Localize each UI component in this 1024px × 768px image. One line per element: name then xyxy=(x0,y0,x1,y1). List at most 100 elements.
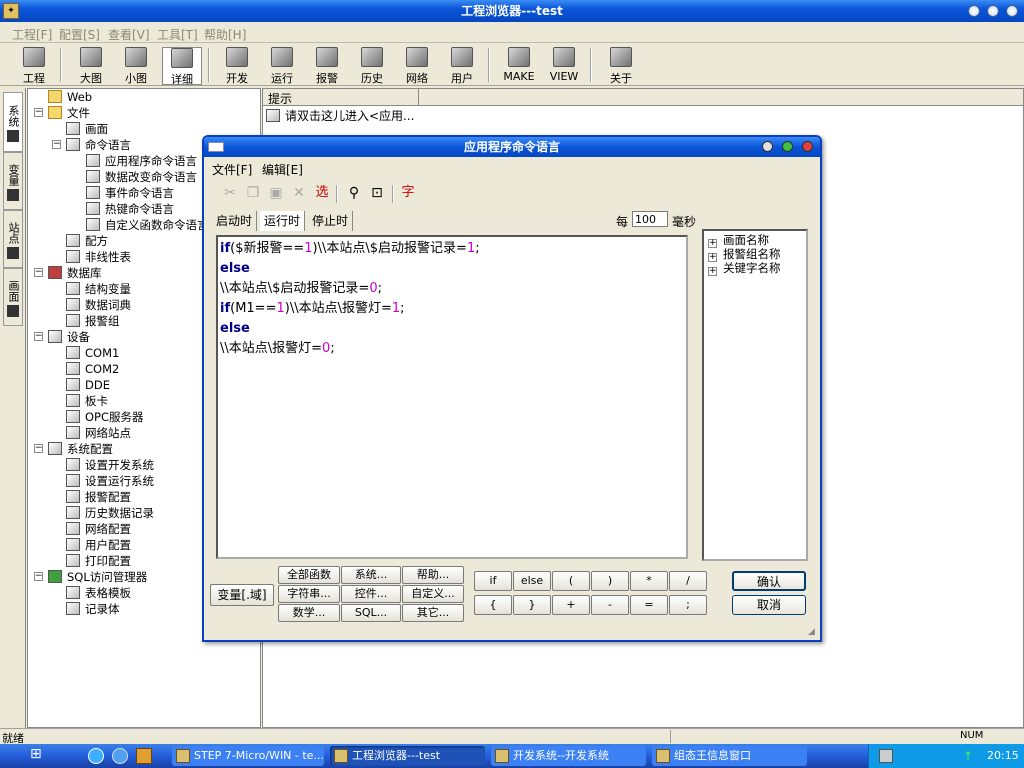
tree-item-struct-variable[interactable]: 结构变量 xyxy=(66,281,131,297)
network-tray-icon[interactable]: ↑ xyxy=(963,749,977,763)
ie-icon[interactable] xyxy=(88,748,104,764)
toolbar-details-button[interactable]: 详细 xyxy=(162,47,202,86)
insert-divide-button[interactable]: / xyxy=(669,571,707,591)
side-tab-variable[interactable]: 变量 xyxy=(3,152,23,210)
code-editor[interactable]: if($新报警==1)\\本站点\$启动报警记录=1; else \\本站点\$启动… xyxy=(216,235,688,559)
dialog-titlebar[interactable]: 应用程序命令语言 xyxy=(204,137,820,157)
replace-icon[interactable]: ⊡ xyxy=(367,183,387,203)
keyboard-icon[interactable] xyxy=(879,749,893,763)
tree-item-run-system-settings[interactable]: 设置运行系统 xyxy=(66,473,154,489)
side-tab-system[interactable]: 系统 xyxy=(3,92,23,152)
tree-item-nonlinear-table[interactable]: 非线性表 xyxy=(66,249,131,265)
tree-item-alarm-group-names[interactable]: + 报警组名称 xyxy=(708,247,781,262)
tree-item-com2[interactable]: COM2 xyxy=(66,361,119,377)
menu-config[interactable]: 配置[S] xyxy=(59,26,100,43)
interval-input[interactable] xyxy=(632,211,668,227)
tree-item-device[interactable]: 设备 xyxy=(48,329,90,345)
toolbar-make-button[interactable]: MAKE xyxy=(499,47,539,85)
resize-grip-icon[interactable]: ◢ xyxy=(808,627,818,637)
toolbar-run-button[interactable]: 运行 xyxy=(262,47,302,85)
dialog-menu-edit[interactable]: 编辑[E] xyxy=(262,161,303,178)
tree-item-system-config[interactable]: 系统配置 xyxy=(48,441,113,457)
tree-item-file[interactable]: 文件 xyxy=(48,105,90,121)
toolbar-user-button[interactable]: 用户 xyxy=(442,47,482,85)
tree-item-screen-names[interactable]: + 画面名称 xyxy=(708,233,769,248)
toolbar-view-button[interactable]: VIEW xyxy=(544,47,584,85)
tree-item-dev-system-settings[interactable]: 设置开发系统 xyxy=(66,457,154,473)
tree-item-opc-server[interactable]: OPC服务器 xyxy=(66,409,144,425)
side-tab-screen[interactable]: 画面 xyxy=(3,268,23,326)
tree-item-sql-manager[interactable]: SQL访问管理器 xyxy=(48,569,147,585)
hint-column-header[interactable]: 提示 xyxy=(268,90,292,107)
task-project-browser[interactable]: 工程浏览器---test xyxy=(330,746,485,766)
insert-minus-button[interactable]: - xyxy=(591,595,629,615)
insert-if-button[interactable]: if xyxy=(474,571,512,591)
other-functions-button[interactable]: 其它... xyxy=(402,604,464,622)
tree-item-dde[interactable]: DDE xyxy=(66,377,110,393)
insert-lparen-button[interactable]: ( xyxy=(552,571,590,591)
select-all-button[interactable]: 选 xyxy=(312,183,332,203)
insert-semicolon-button[interactable]: ; xyxy=(669,595,707,615)
tree-item-event-command[interactable]: 事件命令语言 xyxy=(86,185,174,201)
window-titlebar[interactable]: ✦ 工程浏览器---test xyxy=(0,0,1024,22)
help-button[interactable]: 帮助... xyxy=(402,566,464,584)
tree-item-data-dictionary[interactable]: 数据词典 xyxy=(66,297,131,313)
cancel-button[interactable]: 取消 xyxy=(732,595,806,615)
collapse-icon[interactable]: − xyxy=(34,108,43,117)
tree-item-table-template[interactable]: 表格模板 xyxy=(66,585,131,601)
minimize-icon[interactable] xyxy=(968,5,980,17)
toolbar-about-button[interactable]: 关于 xyxy=(601,47,641,85)
system-functions-button[interactable]: 系统... xyxy=(341,566,401,584)
paste-icon[interactable]: ▣ xyxy=(266,183,286,203)
list-item[interactable]: 请双击这儿进入<应用... xyxy=(266,108,415,124)
task-info-window[interactable]: 组态王信息窗口 xyxy=(652,746,807,766)
dialog-menu-file[interactable]: 文件[F] xyxy=(212,161,252,178)
tree-item-user-config[interactable]: 用户配置 xyxy=(66,537,131,553)
toolbar-small-icons-button[interactable]: 小图 xyxy=(116,47,156,85)
tree-item-history-data-record[interactable]: 历史数据记录 xyxy=(66,505,154,521)
tab-stop[interactable]: 停止时 xyxy=(308,211,354,231)
tree-item-custom-function-command[interactable]: 自定义函数命令语言 xyxy=(86,217,209,233)
menu-project[interactable]: 工程[F] xyxy=(12,26,52,43)
collapse-icon[interactable]: − xyxy=(34,572,43,581)
toolbar-large-icons-button[interactable]: 大图 xyxy=(71,47,111,85)
tab-running[interactable]: 运行时 xyxy=(260,211,306,231)
maximize-icon[interactable] xyxy=(987,5,999,17)
quicklaunch-app-icon[interactable] xyxy=(136,748,152,764)
font-button[interactable]: 字 xyxy=(398,183,418,203)
code-line[interactable]: \\本站点\$启动报警记录=0; xyxy=(220,279,684,299)
collapse-icon[interactable]: − xyxy=(34,268,43,277)
tree-item-network-station[interactable]: 网络站点 xyxy=(66,425,131,441)
insert-rbrace-button[interactable]: } xyxy=(513,595,551,615)
tree-item-alarm-group[interactable]: 报警组 xyxy=(66,313,120,329)
tree-item-keyword-names[interactable]: + 关键字名称 xyxy=(708,261,781,276)
toolbar-history-button[interactable]: 历史 xyxy=(352,47,392,85)
tree-item-com1[interactable]: COM1 xyxy=(66,345,119,361)
tree-item-alarm-config[interactable]: 报警配置 xyxy=(66,489,131,505)
variable-field-button[interactable]: 变量[.域] xyxy=(210,584,274,606)
toolbar-project-button[interactable]: 工程 xyxy=(14,47,54,85)
tree-item-network-config[interactable]: 网络配置 xyxy=(66,521,131,537)
dialog-close-icon[interactable] xyxy=(802,141,813,152)
task-dev-system[interactable]: 开发系统--开发系统 xyxy=(491,746,646,766)
side-tab-station[interactable]: 站点 xyxy=(3,210,23,268)
control-functions-button[interactable]: 控件... xyxy=(341,585,401,603)
copy-icon[interactable]: ❐ xyxy=(243,183,263,203)
windows-start-icon[interactable]: ⊞ xyxy=(30,746,52,766)
insert-rparen-button[interactable]: ) xyxy=(591,571,629,591)
expand-icon[interactable]: + xyxy=(708,267,717,276)
code-line[interactable]: else xyxy=(220,319,684,339)
insert-multiply-button[interactable]: * xyxy=(630,571,668,591)
code-line[interactable]: \\本站点\报警灯=0; xyxy=(220,339,684,359)
toolbar-develop-button[interactable]: 开发 xyxy=(217,47,257,85)
sql-functions-button[interactable]: SQL... xyxy=(341,604,401,622)
ok-button[interactable]: 确认 xyxy=(732,571,806,591)
custom-functions-button[interactable]: 自定义... xyxy=(402,585,464,603)
string-functions-button[interactable]: 字符串... xyxy=(278,585,340,603)
insert-plus-button[interactable]: + xyxy=(552,595,590,615)
menu-view[interactable]: 查看[V] xyxy=(108,26,150,43)
menu-tools[interactable]: 工具[T] xyxy=(157,26,198,43)
tree-item-board[interactable]: 板卡 xyxy=(66,393,108,409)
task-step7[interactable]: STEP 7-Micro/WIN - te... xyxy=(172,746,324,766)
tab-startup[interactable]: 启动时 xyxy=(212,211,258,231)
